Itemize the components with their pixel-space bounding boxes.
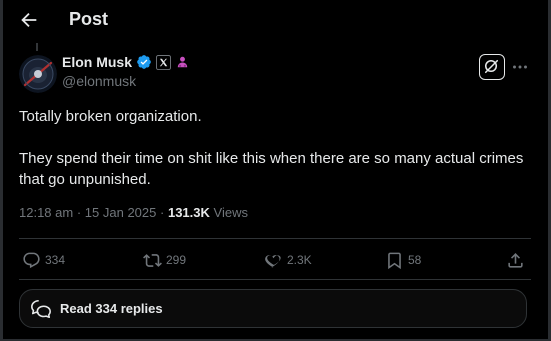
chat-bubbles-icon [31,299,51,318]
verified-badge-icon[interactable] [136,54,152,70]
back-button[interactable] [18,9,40,31]
thread-line [36,43,38,51]
more-options-button[interactable] [509,56,531,78]
divider [19,279,531,280]
heart-icon [265,254,281,267]
grok-button[interactable] [479,54,505,80]
arrow-left-icon [21,12,37,28]
like-button[interactable]: 2.3K [264,247,312,273]
page-title: Post [69,9,109,29]
header: Post [0,0,551,40]
divider [19,238,531,239]
author-name-row: Elon Musk [62,54,190,70]
reply-button[interactable]: 334 [22,247,65,273]
tweet-time[interactable]: 12:18 am [19,205,73,220]
person-badge-icon[interactable] [175,55,190,70]
grok-icon [484,59,499,74]
tweet-text: Totally broken organization. They spend … [19,106,529,190]
read-replies-button[interactable]: Read 334 replies [19,289,527,328]
bookmark-button[interactable]: 58 [385,247,421,273]
tweet-paragraph: Totally broken organization. [19,108,202,125]
repost-count: 299 [166,253,187,267]
action-bar: 334 299 2.3K 58 [19,247,531,273]
views-count: 131.3K [167,205,210,220]
tweet-paragraph: They spend their time on shit like this … [19,150,524,188]
tweet-date[interactable]: 15 Jan 2025 [85,205,157,220]
meta-separator: · [160,205,165,220]
x-affiliate-badge-icon[interactable] [156,54,172,70]
repost-icon [143,253,162,267]
reply-icon [23,252,40,268]
views-label: Views [213,205,248,220]
window-frame-left [0,0,3,341]
tweet-meta: 12:18 am · 15 Jan 2025 · 131.3K Views [19,205,248,220]
more-dots-icon [513,65,527,69]
read-replies-label: Read 334 replies [60,301,163,316]
bookmark-icon [388,252,401,269]
like-count: 2.3K [287,253,312,267]
share-icon [508,252,523,268]
avatar[interactable] [19,55,57,93]
repost-button[interactable]: 299 [143,247,186,273]
author-display-name[interactable]: Elon Musk [62,54,132,70]
author-handle[interactable]: @elonmusk [62,73,136,89]
meta-separator: · [76,205,82,220]
share-button[interactable] [506,247,525,273]
reply-count: 334 [45,253,66,267]
bookmark-count: 58 [408,253,422,267]
